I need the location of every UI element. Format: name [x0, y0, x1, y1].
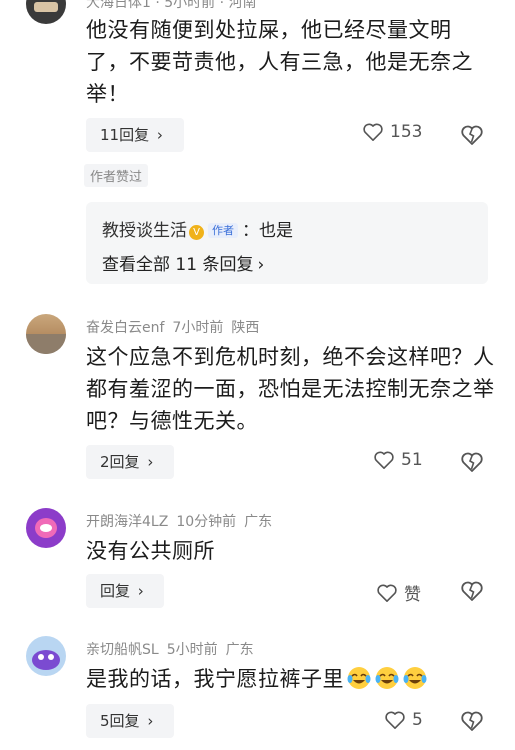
- replies-label: 5回复: [100, 712, 140, 730]
- heart-outline-icon: [385, 711, 405, 729]
- username[interactable]: 奋发白云enf: [86, 320, 164, 336]
- chevron-right-icon: ›: [147, 453, 154, 471]
- replies-label: 回复: [100, 582, 131, 600]
- comment-meta: 开朗海洋4LZ 10分钟前 广东: [86, 511, 280, 531]
- heart-outline-icon: [377, 584, 397, 602]
- view-replies-button[interactable]: 2回复 ›: [86, 445, 174, 479]
- location: 广东: [244, 514, 273, 530]
- chevron-right-icon: ›: [257, 255, 265, 275]
- broken-heart-icon: [461, 711, 483, 731]
- reply-text: ：也是: [242, 221, 293, 241]
- heart-outline-icon: [374, 451, 394, 469]
- replies-label: 2回复: [100, 453, 140, 471]
- dislike-button[interactable]: [460, 580, 484, 606]
- like-count: 153: [390, 122, 423, 142]
- username[interactable]: 开朗海洋4LZ: [86, 514, 168, 530]
- like-count: 51: [401, 450, 423, 470]
- dislike-button[interactable]: [460, 710, 484, 736]
- reply-preview-box[interactable]: 教授谈生活 V 作者 ：也是 查看全部 11 条回复 ›: [86, 202, 488, 284]
- laughing-crying-emoji-icon: [403, 667, 427, 689]
- like-label: 赞: [404, 585, 421, 605]
- replies-label: 11回复: [100, 126, 150, 144]
- dislike-button[interactable]: [460, 124, 484, 150]
- heart-outline-icon: [363, 123, 383, 141]
- username[interactable]: 亲切船帆SL: [86, 642, 159, 658]
- comment-meta: 亲切船帆SL 5小时前 广东: [86, 639, 262, 659]
- reply-button[interactable]: 回复 ›: [86, 574, 164, 608]
- timestamp: 7小时前: [172, 320, 224, 336]
- author-liked-badge: 作者赞过: [84, 164, 149, 187]
- dislike-button[interactable]: [460, 451, 484, 477]
- author-tag: 作者: [208, 223, 238, 238]
- timestamp: 5小时前: [166, 642, 218, 658]
- timestamp: 10分钟前: [176, 514, 237, 530]
- like-button[interactable]: 153: [362, 122, 422, 142]
- avatar[interactable]: [26, 314, 66, 354]
- comment-meta: 大海日体1 · 5小时前 · 河南: [86, 0, 257, 11]
- laughing-crying-emoji-icon: [347, 667, 371, 689]
- comment-content: 这个应急不到危机时刻，绝不会这样吧？人都有羞涩的一面，恐怕是无法控制无奈之举吧？…: [86, 345, 495, 433]
- like-button[interactable]: 5: [384, 710, 423, 730]
- like-button[interactable]: 51: [373, 450, 423, 470]
- comment-content: 他没有随便到处拉屎，他已经尽量文明了，不要苛责他，人有三急，他是无奈之举！: [86, 18, 473, 106]
- avatar[interactable]: [26, 636, 66, 676]
- chevron-right-icon: ›: [156, 126, 163, 144]
- view-replies-button[interactable]: 5回复 ›: [86, 704, 174, 738]
- reply-author[interactable]: 教授谈生活: [102, 221, 187, 241]
- laughing-crying-emoji-icon: [375, 667, 399, 689]
- view-replies-button[interactable]: 11回复 ›: [86, 118, 184, 152]
- comment-content: 是我的话，我宁愿拉裤子里: [86, 663, 496, 695]
- broken-heart-icon: [461, 452, 483, 472]
- comment-content: 没有公共厕所: [86, 539, 215, 563]
- comment-meta: 奋发白云enf 7小时前 陕西: [86, 317, 267, 337]
- avatar[interactable]: [26, 508, 66, 548]
- verified-badge-icon: V: [189, 225, 204, 240]
- view-all-replies-link[interactable]: 查看全部 11 条回复 ›: [102, 250, 264, 275]
- broken-heart-icon: [461, 125, 483, 145]
- avatar[interactable]: [26, 0, 66, 24]
- broken-heart-icon: [461, 581, 483, 601]
- like-button[interactable]: 赞: [376, 580, 421, 605]
- chevron-right-icon: ›: [137, 582, 144, 600]
- location: 陕西: [231, 320, 260, 336]
- reply-preview-line: 教授谈生活 V 作者 ：也是: [102, 216, 293, 241]
- location: 广东: [225, 642, 254, 658]
- like-count: 5: [412, 710, 423, 730]
- chevron-right-icon: ›: [147, 712, 154, 730]
